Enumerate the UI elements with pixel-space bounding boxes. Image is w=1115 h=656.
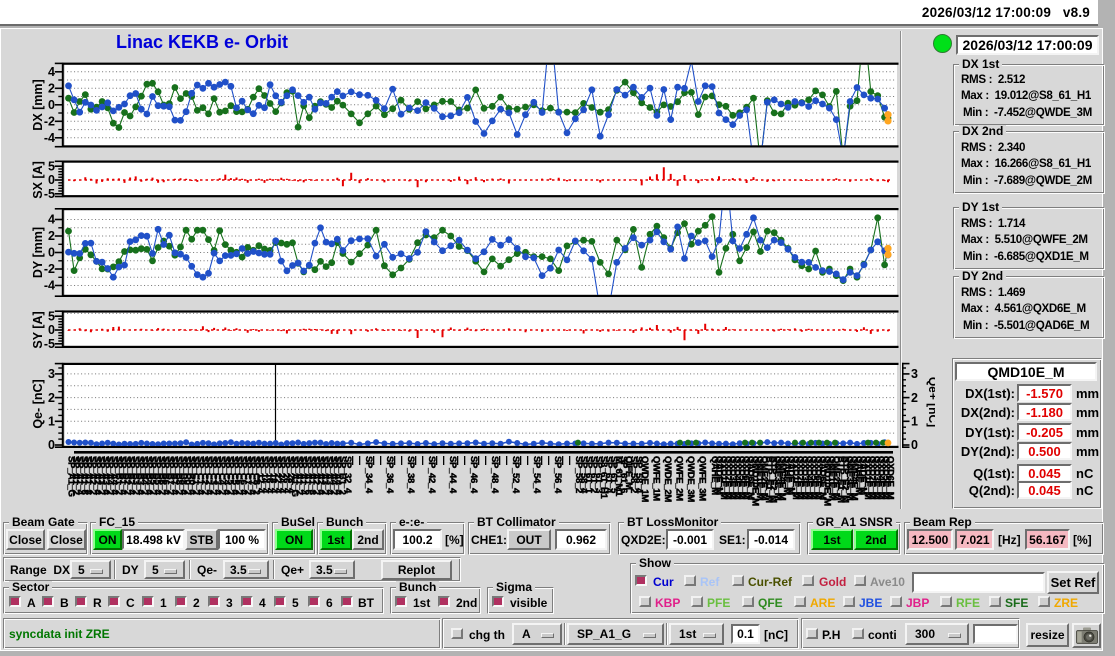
svg-text:Qe+ [nC]: Qe+ [nC]: [926, 377, 935, 427]
svg-text:-2: -2: [44, 115, 55, 129]
svg-text:-4: -4: [44, 131, 55, 145]
svg-text:QWDE_3M: QWDE_3M: [685, 456, 696, 502]
svg-text:SY [A]: SY [A]: [31, 311, 45, 348]
svg-text:2: 2: [911, 391, 918, 405]
svg-text:QWFE_3M: QWFE_3M: [697, 456, 708, 501]
svg-text:SP_46_4: SP_46_4: [468, 456, 479, 494]
svg-text:-4: -4: [44, 279, 55, 293]
svg-text:-2: -2: [44, 262, 55, 276]
svg-text:DY [mm]: DY [mm]: [31, 227, 45, 278]
svg-text:5: 5: [48, 159, 55, 173]
svg-text:QXD6E_M: QXD6E_M: [885, 456, 896, 500]
svg-text:0: 0: [48, 323, 55, 337]
svg-text:5: 5: [48, 309, 55, 323]
svg-text:SP_52_4: SP_52_4: [510, 456, 521, 494]
svg-text:SX [A]: SX [A]: [31, 161, 45, 199]
svg-text:SP_56_4: SP_56_4: [552, 456, 563, 494]
svg-text:0: 0: [48, 98, 55, 112]
svg-text:QWFE_1M: QWFE_1M: [651, 456, 662, 501]
svg-text:SP_34_4: SP_34_4: [363, 456, 374, 494]
svg-text:-5: -5: [44, 337, 55, 351]
svg-text:Qe- [nC]: Qe- [nC]: [31, 379, 45, 428]
svg-text:3: 3: [911, 367, 918, 381]
svg-text:0: 0: [48, 438, 55, 452]
svg-text:SP_54_4: SP_54_4: [531, 456, 542, 494]
svg-text:-5: -5: [44, 187, 55, 201]
svg-text:DX [mm]: DX [mm]: [31, 79, 45, 130]
svg-text:4: 4: [48, 213, 55, 227]
svg-text:SP_44_4: SP_44_4: [447, 456, 458, 494]
svg-text:SP_36_4: SP_36_4: [384, 456, 395, 494]
svg-text:0: 0: [48, 246, 55, 260]
svg-text:SP_32_4: SP_32_4: [342, 456, 353, 494]
svg-text:QWDE_1M: QWDE_1M: [639, 456, 650, 502]
svg-text:1: 1: [48, 415, 55, 429]
svg-text:2: 2: [48, 82, 55, 96]
svg-text:1: 1: [911, 415, 918, 429]
svg-text:0: 0: [48, 173, 55, 187]
svg-text:SP_42_4: SP_42_4: [426, 456, 437, 494]
svg-text:0: 0: [911, 438, 918, 452]
svg-text:3: 3: [48, 367, 55, 381]
svg-text:2: 2: [48, 391, 55, 405]
svg-text:4: 4: [48, 65, 55, 79]
svg-text:QWFE_2M: QWFE_2M: [674, 456, 685, 501]
svg-text:QWDE_2M: QWDE_2M: [662, 456, 673, 502]
svg-text:SP_48_4: SP_48_4: [489, 456, 500, 494]
svg-text:SP_38_4: SP_38_4: [405, 456, 416, 494]
svg-text:2: 2: [48, 229, 55, 243]
